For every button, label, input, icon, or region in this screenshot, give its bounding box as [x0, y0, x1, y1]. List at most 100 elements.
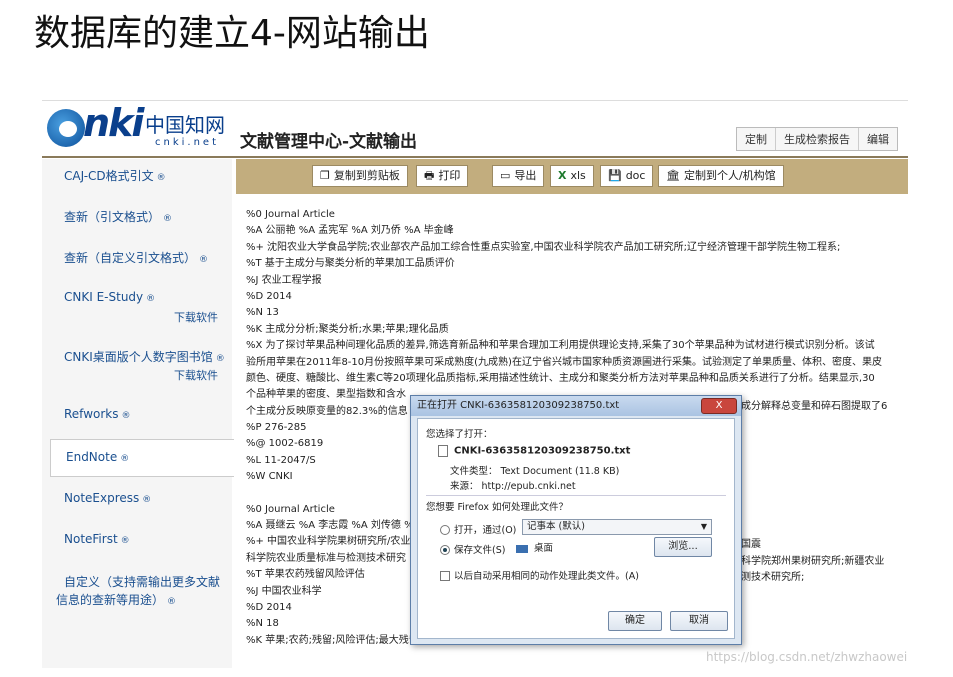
- sidebar-item-endnote[interactable]: EndNote ®: [50, 439, 234, 477]
- record-field: %+ 沈阳农业大学食品学院;农业部农产品加工综合性重点实验室,中国农业科学院农产…: [246, 241, 841, 253]
- radio-selected-icon: [440, 544, 450, 555]
- sidebar-item-label: CNKI桌面版个人数字图书馆: [64, 350, 213, 364]
- sidebar-item-custom[interactable]: 自定义（支持需输出更多文献 信息的查新等用途） ®: [42, 573, 232, 609]
- library-icon: 🏛: [666, 169, 680, 182]
- print-label: 打印: [438, 169, 461, 182]
- sidebar-item-label: EndNote: [66, 450, 118, 464]
- sidebar-item-refworks[interactable]: Refworks ®: [42, 407, 232, 427]
- checkbox-icon: [440, 570, 450, 581]
- sidebar-item-label: NoteFirst: [64, 532, 118, 546]
- sidebar-item-caj-cd[interactable]: CAJ-CD格式引文 ®: [42, 167, 232, 187]
- open-with-app-select[interactable]: 记事本 (默认) ▼: [522, 519, 712, 535]
- print-button[interactable]: 🖶 打印: [416, 165, 469, 187]
- record-2-hidden-tail: 测技术研究所;: [741, 572, 805, 583]
- sidebar-item-novelty-citation[interactable]: 查新（引文格式） ®: [42, 208, 232, 228]
- dialog-titlebar[interactable]: 正在打开 CNKI-636358120309238750.txt X: [411, 396, 741, 416]
- registered-icon: ®: [142, 495, 152, 505]
- sidebar-item-label: 自定义（支持需输出更多文献: [64, 575, 221, 589]
- save-location: 桌面: [516, 540, 553, 554]
- ok-button[interactable]: 确定: [608, 611, 662, 631]
- sidebar-item-label: Refworks: [64, 407, 119, 421]
- slide-title: 数据库的建立4-网站输出: [34, 13, 430, 54]
- sidebar-item-desktop-library[interactable]: CNKI桌面版个人数字图书馆 ® 下载软件: [42, 348, 232, 382]
- export-format-sidebar: CAJ-CD格式引文 ® 查新（引文格式） ® 查新（自定义引文格式） ® CNKI …: [42, 159, 234, 668]
- customize-button[interactable]: 定制: [737, 128, 775, 150]
- browse-button[interactable]: 浏览...: [654, 537, 712, 557]
- logo-domain: cnki.net: [155, 137, 219, 148]
- desktop-icon: [516, 544, 528, 553]
- remember-choice-checkbox[interactable]: 以后自动采用相同的动作处理此类文件。(A): [440, 568, 639, 582]
- registered-icon: ®: [199, 255, 209, 265]
- record-field: 颜色、硬度、糖酸比、维生素C等20项理化品质指标,采用描述性统计、主成分和聚类分…: [246, 372, 875, 384]
- record-field: %N 13: [246, 307, 279, 319]
- sidebar-item-novelty-custom[interactable]: 查新（自定义引文格式） ®: [42, 249, 232, 269]
- sidebar-item-label: NoteExpress: [64, 491, 140, 505]
- generate-report-button[interactable]: 生成检索报告: [775, 128, 858, 150]
- save-to-library-button[interactable]: 🏛 定制到个人/机构馆: [658, 165, 784, 187]
- csdn-watermark: https://blog.csdn.net/zhwzhaowei: [706, 650, 908, 664]
- export-icon: ▭: [500, 169, 511, 182]
- edit-button[interactable]: 编辑: [858, 128, 897, 150]
- site-header: nki 中国知网 cnki.net 文献管理中心-文献输出 定制 生成检索报告 …: [42, 101, 908, 158]
- sidebar-item-label: CNKI E-Study: [64, 290, 144, 304]
- download-software-link[interactable]: 下载软件: [174, 309, 218, 325]
- logo-chinese-name: 中国知网: [145, 113, 225, 137]
- record-field: %X 为了探讨苹果品种间理化品质的差异,筛选育新品种和苹果合理加工利用提供理论支…: [246, 340, 875, 352]
- xls-label: xls: [570, 169, 586, 182]
- save-to-library-label: 定制到个人/机构馆: [683, 169, 776, 182]
- registered-icon: ®: [215, 354, 225, 364]
- text-file-icon: [438, 445, 448, 457]
- record-2-hidden-tail: 科学院郑州果树研究所;新疆农业: [741, 556, 885, 567]
- record-2-hidden-tail: 国震: [741, 539, 761, 550]
- dialog-body: 您选择了打开： CNKI-636358120309238750.txt 文件类型…: [417, 418, 735, 639]
- doc-button[interactable]: 💾 doc: [600, 165, 654, 187]
- file-type: 文件类型： Text Document (11.8 KB): [450, 466, 620, 477]
- printer-icon: 🖶: [424, 169, 435, 182]
- record-field: %D 2014: [246, 290, 292, 302]
- save-icon: 💾: [608, 169, 622, 182]
- radio-icon: [440, 524, 450, 535]
- sidebar-item-noteexpress[interactable]: NoteExpress ®: [42, 491, 232, 511]
- excel-icon: X: [558, 169, 567, 182]
- file-source: 来源： http://epub.cnki.net: [450, 481, 576, 492]
- sidebar-item-label: CAJ-CD格式引文: [64, 169, 154, 183]
- registered-icon: ®: [120, 536, 130, 546]
- registered-icon: ®: [146, 294, 156, 304]
- cnki-logo-letters: nki: [83, 101, 144, 145]
- chevron-down-icon: ▼: [700, 522, 707, 531]
- record-1-hidden-tail: 成分解释总变量和碎石图提取了6: [741, 401, 888, 412]
- registered-icon: ®: [156, 173, 166, 183]
- cancel-button[interactable]: 取消: [670, 611, 728, 631]
- file-open-dialog: 正在打开 CNKI-636358120309238750.txt X 您选择了打…: [410, 395, 742, 645]
- record-field: 验所用苹果在2011年8-10月份按照苹果可采成熟度(九成熟)在辽宁省兴城市国家…: [246, 356, 882, 368]
- export-toolbar: ❐ 复制到剪贴板 🖶 打印 ▭ 导出 Xxls 💾 doc 🏛 定制到个人/机构馆: [236, 159, 908, 194]
- sidebar-item-notefirst[interactable]: NoteFirst ®: [42, 532, 232, 552]
- copy-label: 复制到剪贴板: [333, 169, 400, 182]
- header-button-group: 定制 生成检索报告 编辑: [736, 127, 898, 151]
- download-software-link[interactable]: 下载软件: [174, 367, 218, 383]
- record-field: %J 农业工程学报: [246, 274, 322, 286]
- sidebar-item-label-line2: 信息的查新等用途）: [56, 593, 165, 607]
- export-label: 导出: [514, 169, 537, 182]
- copy-icon: ❐: [320, 169, 330, 182]
- save-file-radio[interactable]: 保存文件(S): [440, 542, 505, 556]
- action-question: 您想要 Firefox 如何处理此文件？: [426, 502, 568, 513]
- doc-label: doc: [625, 169, 646, 182]
- open-with-radio[interactable]: 打开，通过(O): [440, 522, 516, 536]
- copy-to-clipboard-button[interactable]: ❐ 复制到剪贴板: [312, 165, 408, 187]
- record-field: %0 Journal Article: [246, 209, 335, 220]
- export-button[interactable]: ▭ 导出: [492, 165, 545, 187]
- registered-icon: ®: [167, 597, 177, 607]
- registered-icon: ®: [120, 454, 130, 464]
- record-field: %K 主成分分析;聚类分析;水果;苹果;理化品质: [246, 323, 449, 335]
- registered-icon: ®: [163, 214, 173, 224]
- record-field: %A 公丽艳 %A 孟宪军 %A 刘乃侨 %A 毕金峰: [246, 225, 454, 237]
- close-icon[interactable]: X: [701, 398, 737, 414]
- sidebar-item-e-study[interactable]: CNKI E-Study ® 下载软件: [42, 290, 232, 324]
- dialog-title: 正在打开 CNKI-636358120309238750.txt: [417, 400, 620, 411]
- xls-button[interactable]: Xxls: [550, 165, 594, 187]
- sidebar-item-label: 查新（引文格式）: [64, 210, 161, 224]
- sidebar-item-label: 查新（自定义引文格式）: [64, 251, 197, 265]
- chosen-to-open-label: 您选择了打开：: [426, 429, 493, 440]
- cnki-logo[interactable]: nki 中国知网 cnki.net: [47, 101, 227, 151]
